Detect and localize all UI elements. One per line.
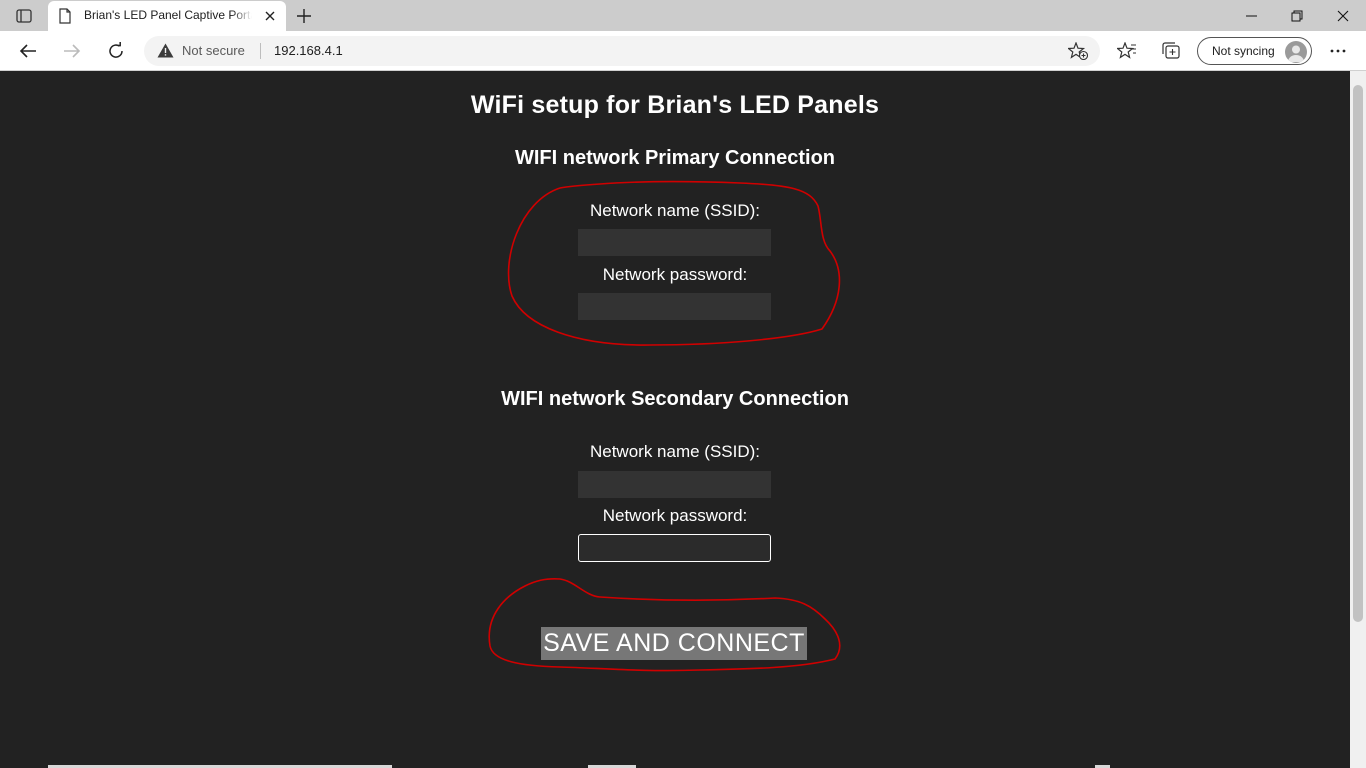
- tab-title: Brian's LED Panel Captive Portal P: [84, 8, 252, 22]
- tab-actions-icon[interactable]: [12, 7, 36, 25]
- profile-avatar-icon: [1285, 41, 1307, 63]
- forward-arrow-icon[interactable]: [58, 37, 86, 65]
- vertical-scrollbar-thumb[interactable]: [1353, 85, 1363, 622]
- address-divider: [260, 43, 261, 59]
- profile-sync-button[interactable]: Not syncing: [1197, 37, 1312, 65]
- plus-icon[interactable]: [293, 5, 315, 27]
- more-icon[interactable]: [1326, 39, 1350, 63]
- add-favorite-icon[interactable]: [1066, 41, 1089, 64]
- restore-icon[interactable]: [1274, 0, 1320, 31]
- minimize-icon[interactable]: [1228, 0, 1274, 31]
- warning-icon[interactable]: [157, 43, 174, 62]
- annotation-circle-primary: [507, 180, 841, 346]
- page-icon: [58, 8, 72, 28]
- url-text[interactable]: 192.168.4.1: [274, 43, 343, 58]
- security-status[interactable]: Not secure: [182, 43, 245, 58]
- close-icon[interactable]: [261, 7, 279, 25]
- browser-toolbar: Not secure 192.168.4.1 Not syncing: [0, 31, 1366, 71]
- annotation-circle-save: [488, 578, 841, 672]
- back-arrow-icon[interactable]: [14, 37, 42, 65]
- close-icon[interactable]: [1320, 0, 1366, 31]
- vertical-scrollbar[interactable]: [1350, 71, 1366, 768]
- browser-tab-strip: Brian's LED Panel Captive Portal P: [0, 0, 1366, 31]
- collections-icon[interactable]: [1159, 39, 1183, 63]
- page-viewport: WiFi setup for Brian's LED Panels WIFI n…: [0, 71, 1350, 768]
- sync-status-label: Not syncing: [1212, 44, 1275, 58]
- refresh-icon[interactable]: [102, 37, 130, 65]
- annotation-overlay: [488, 180, 841, 672]
- favorites-icon[interactable]: [1115, 39, 1139, 63]
- address-bar[interactable]: Not secure 192.168.4.1: [144, 36, 1100, 66]
- browser-tab-active[interactable]: Brian's LED Panel Captive Portal P: [48, 1, 286, 31]
